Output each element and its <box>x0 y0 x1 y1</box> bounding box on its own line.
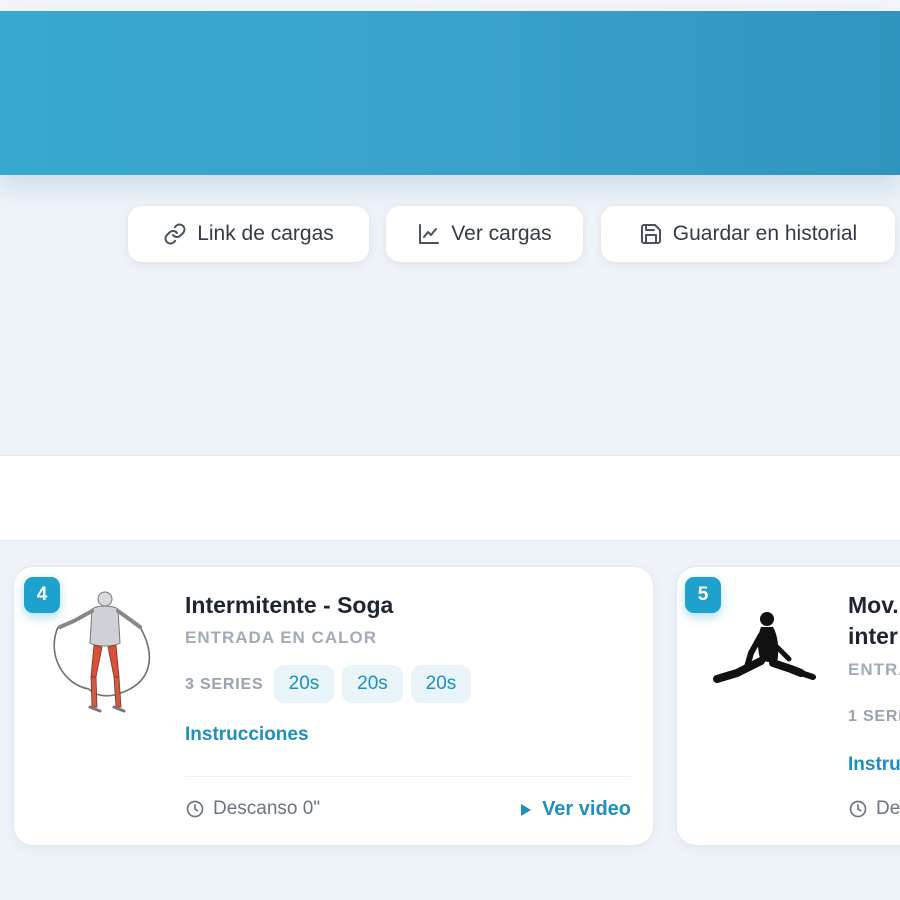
instructions-link[interactable]: Instrucciones <box>185 724 309 746</box>
section-band <box>0 455 900 541</box>
ver-video-label: Ver video <box>542 798 631 820</box>
clock-icon <box>849 800 867 818</box>
exercise-card: 4 Intermitente - Soga ENTRADA EN CALOR 3… <box>13 566 654 846</box>
guardar-en-historial-button[interactable]: Guardar en historial <box>601 206 895 262</box>
line-chart-icon <box>419 224 440 244</box>
exercise-number-badge: 4 <box>24 577 60 613</box>
guardar-en-historial-label: Guardar en historial <box>672 222 858 245</box>
ver-video-button[interactable]: Ver video <box>520 798 631 821</box>
ver-cargas-button[interactable]: Ver cargas <box>386 206 583 262</box>
header-banner <box>0 11 900 175</box>
stretch-exercise-image <box>713 612 816 683</box>
instructions-link[interactable]: Instru <box>848 754 900 776</box>
series-count: 1 SERI <box>848 708 900 725</box>
save-icon <box>640 224 661 244</box>
series-count: 3 SERIES <box>185 676 264 693</box>
top-strip <box>0 0 900 11</box>
rest-info: De <box>848 798 900 820</box>
rep-chip: 20s <box>342 665 403 703</box>
play-icon <box>521 803 532 816</box>
link-de-cargas-button[interactable]: Link de cargas <box>128 206 369 262</box>
rep-chip: 20s <box>274 665 334 703</box>
card-divider <box>185 776 631 777</box>
exercise-category: ENTRADA EN CALOR <box>185 628 377 647</box>
exercise-title: Mov. inter <box>848 592 899 649</box>
ver-cargas-label: Ver cargas <box>451 222 552 245</box>
rest-label: Descanso 0" <box>213 798 321 819</box>
rest-info: Descanso 0" <box>185 798 320 820</box>
rep-chip: 20s <box>411 665 471 703</box>
link-de-cargas-label: Link de cargas <box>197 222 334 245</box>
link-icon <box>164 223 186 245</box>
exercise-number-badge: 5 <box>685 577 721 613</box>
exercise-title: Intermitente - Soga <box>185 592 394 618</box>
exercise-category: ENTRA <box>848 660 900 679</box>
clock-icon <box>186 800 204 818</box>
exercise-card: 5 Mov. inter ENTRA 1 SERI Instru De <box>676 566 900 846</box>
jump-rope-exercise-image <box>53 591 151 713</box>
rest-label: De <box>876 798 900 819</box>
